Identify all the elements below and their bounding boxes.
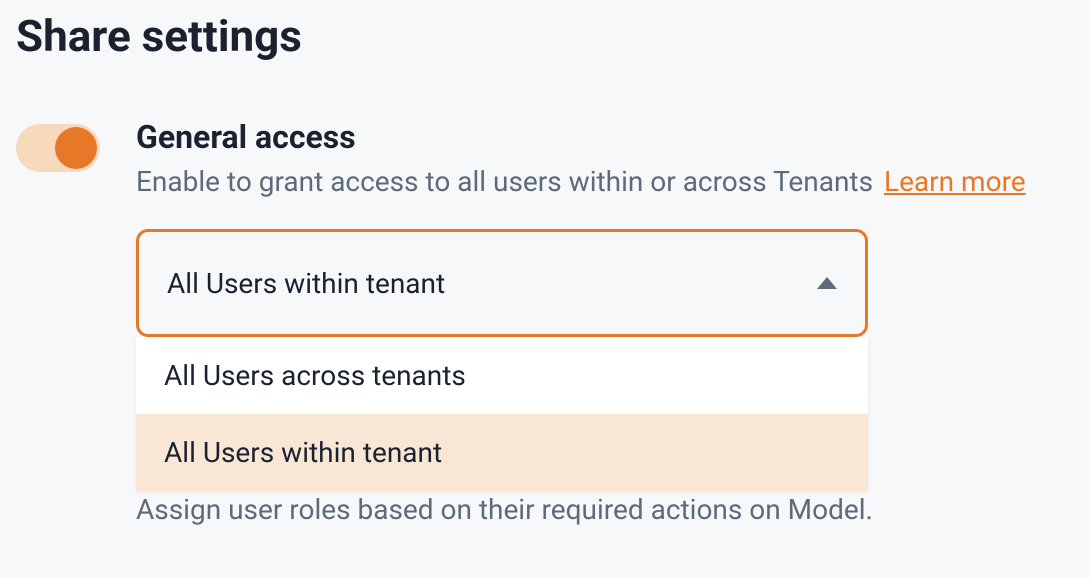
- general-access-desc-text: Enable to grant access to all users with…: [136, 165, 873, 198]
- dropdown-selected-value: All Users within tenant: [167, 267, 445, 300]
- dropdown-panel: All Users across tenants All Users withi…: [136, 337, 868, 491]
- general-access-text: General access Enable to grant access to…: [136, 118, 1074, 201]
- dropdown-option-within-tenant[interactable]: All Users within tenant: [136, 414, 868, 491]
- access-scope-dropdown-wrapper: All Users within tenant All Users across…: [136, 229, 868, 491]
- access-scope-dropdown-trigger[interactable]: All Users within tenant: [136, 229, 868, 337]
- general-access-row: General access Enable to grant access to…: [16, 118, 1074, 201]
- chevron-up-icon: [817, 277, 837, 289]
- general-access-toggle[interactable]: [16, 124, 100, 172]
- learn-more-link[interactable]: Learn more: [884, 165, 1026, 198]
- access-scope-dropdown: All Users within tenant All Users across…: [136, 229, 868, 491]
- general-access-description: Enable to grant access to all users with…: [136, 162, 1074, 201]
- helper-text: Assign user roles based on their require…: [136, 493, 1074, 526]
- general-access-heading: General access: [136, 118, 1074, 156]
- toggle-knob: [55, 127, 97, 169]
- page-title: Share settings: [16, 10, 1074, 62]
- dropdown-option-across-tenants[interactable]: All Users across tenants: [136, 337, 868, 414]
